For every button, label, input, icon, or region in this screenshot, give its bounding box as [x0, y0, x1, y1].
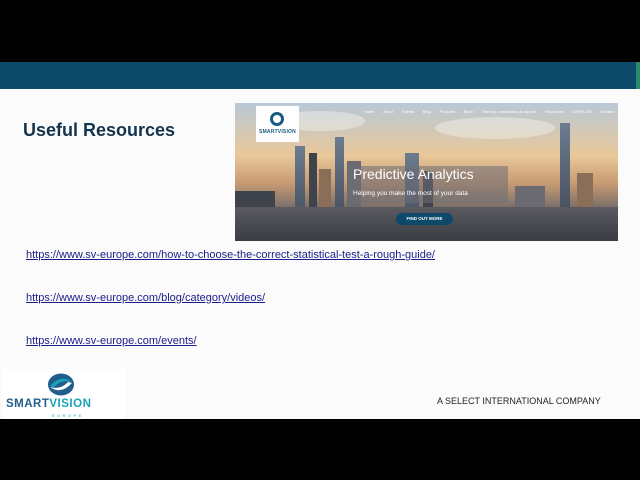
company-tagline: A SELECT INTERNATIONAL COMPANY — [437, 396, 601, 406]
find-out-more-button[interactable]: FIND OUT MORE — [396, 213, 453, 225]
resource-link-events[interactable]: https://www.sv-europe.com/events/ — [26, 335, 197, 347]
nav-item-training[interactable]: Training, consultancy & support — [482, 109, 536, 114]
nav-item-store[interactable]: Store — [464, 109, 473, 114]
smartvision-swirl-icon — [48, 373, 74, 396]
nav-item-blog[interactable]: Blog — [423, 109, 431, 114]
website-screenshot: SMARTVISION Home About Events Blog Produ… — [235, 103, 618, 241]
slide-title: Useful Resources — [23, 120, 176, 140]
website-logo[interactable]: SMARTVISION — [256, 106, 299, 142]
wordmark-vision: VISION — [49, 398, 92, 410]
smartvision-symbol-icon — [270, 112, 284, 126]
nav-item-resources[interactable]: Resources — [545, 109, 564, 114]
smartvision-logo: SMARTVISION EUROPE — [3, 369, 125, 419]
website-logo-text: SMARTVISION — [259, 129, 296, 135]
resource-link-statistical-test[interactable]: https://www.sv-europe.com/how-to-choose-… — [26, 249, 435, 261]
header-bar-accent — [636, 62, 640, 89]
nav-item-products[interactable]: Products — [440, 109, 455, 114]
nav-item-about[interactable]: About — [383, 109, 393, 114]
nav-item-contact[interactable]: Contact — [600, 109, 613, 114]
wordmark-smart: SMART — [6, 398, 50, 410]
hero-title: Predictive Analytics — [353, 166, 474, 182]
video-frame: Useful Resources SMARTVISION Home About — [0, 0, 640, 480]
nav-item-home[interactable]: Home — [364, 109, 374, 114]
smartvision-wordmark: SMARTVISION — [6, 398, 91, 410]
nav-item-events[interactable]: Events — [402, 109, 414, 114]
cloud — [435, 117, 555, 139]
slide-header-bar — [0, 62, 640, 89]
logo-region: EUROPE — [52, 413, 84, 418]
presentation-slide: Useful Resources SMARTVISION Home About — [0, 62, 640, 419]
website-nav: Home About Events Blog Products Store Tr… — [364, 109, 614, 114]
hero-subtitle: Helping you make the most of your data — [353, 190, 468, 197]
nav-item-crisp-dm[interactable]: CRISP-DM — [572, 109, 591, 114]
resource-link-videos[interactable]: https://www.sv-europe.com/blog/category/… — [26, 292, 265, 304]
